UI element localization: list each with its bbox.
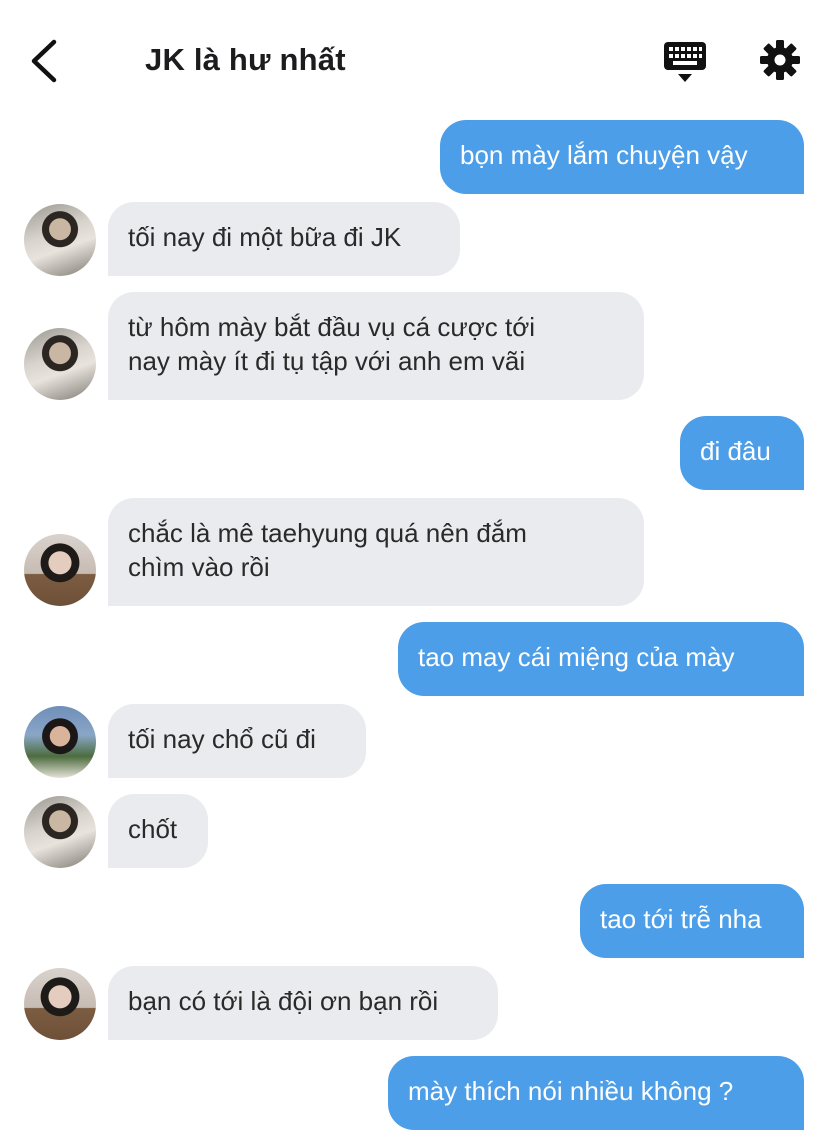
- message-bubble[interactable]: tao may cái miệng của mày: [398, 622, 804, 696]
- message-text: chốt: [128, 814, 178, 844]
- message-bubble[interactable]: đi đâu: [680, 416, 804, 490]
- message-text-line: từ hôm mày bắt đầu vụ cá cược tới: [128, 312, 536, 342]
- keyboard-icon: [664, 42, 706, 82]
- message-text: đi đâu: [700, 436, 771, 466]
- message-bubble[interactable]: chắc là mê taehyung quá nên đắm chìm vào…: [108, 498, 644, 606]
- avatar[interactable]: [24, 328, 96, 400]
- message-text-line: nay mày ít đi tụ tập với anh em vãi: [128, 346, 526, 376]
- message-bubble[interactable]: bạn có tới là đội ơn bạn rồi: [108, 966, 498, 1040]
- avatar[interactable]: [24, 968, 96, 1040]
- message-text: bọn mày lắm chuyện vậy: [460, 140, 748, 170]
- message-text: mày thích nói nhiều không ?: [408, 1076, 734, 1106]
- avatar[interactable]: [24, 796, 96, 868]
- keyboard-button[interactable]: [662, 40, 708, 84]
- avatar[interactable]: [24, 706, 96, 778]
- message-bubble[interactable]: bọn mày lắm chuyện vậy: [440, 120, 804, 194]
- message-bubble[interactable]: tối nay đi một bữa đi JK: [108, 202, 460, 276]
- avatar[interactable]: [24, 534, 96, 606]
- chevron-left-icon: [31, 39, 57, 83]
- message-bubble[interactable]: từ hôm mày bắt đầu vụ cá cược tới nay mà…: [108, 292, 644, 400]
- message-text-line: chìm vào rồi: [128, 552, 270, 582]
- message-text: tối nay đi một bữa đi JK: [128, 222, 402, 252]
- gear-icon: [760, 40, 800, 80]
- message-text: bạn có tới là đội ơn bạn rồi: [128, 986, 439, 1016]
- settings-button[interactable]: [758, 38, 802, 82]
- avatar[interactable]: [24, 204, 96, 276]
- chat-header: JK là hư nhất: [0, 0, 828, 110]
- back-button[interactable]: [26, 38, 66, 84]
- message-text-line: chắc là mê taehyung quá nên đắm: [128, 518, 527, 548]
- message-text: tao tới trễ nha: [600, 904, 762, 934]
- message-bubble[interactable]: tao tới trễ nha: [580, 884, 804, 958]
- message-bubble[interactable]: tối nay chổ cũ đi: [108, 704, 366, 778]
- message-text: tao may cái miệng của mày: [418, 642, 735, 672]
- message-bubble[interactable]: mày thích nói nhiều không ?: [388, 1056, 804, 1130]
- message-text: tối nay chổ cũ đi: [128, 724, 316, 754]
- message-bubble[interactable]: chốt: [108, 794, 208, 868]
- chat-title: JK là hư nhất: [145, 42, 346, 77]
